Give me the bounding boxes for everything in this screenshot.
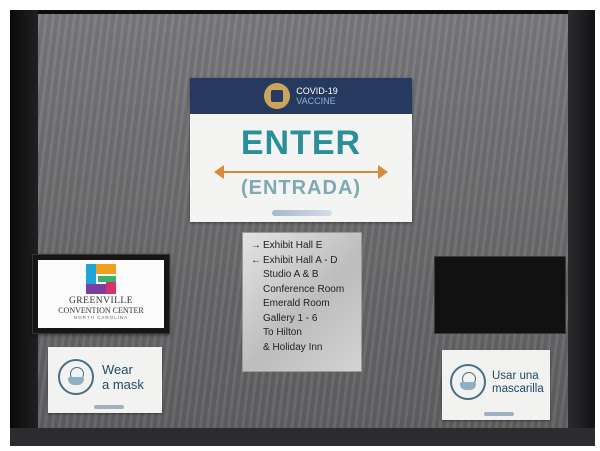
venue-state: NORTH CAROLINA: [73, 315, 129, 320]
directory-plate: → Exhibit Hall E ← Exhibit Hall A - D St…: [242, 232, 362, 372]
directory-item: & Holiday Inn: [263, 341, 323, 353]
directory-item: ← Exhibit Hall A - D: [251, 254, 355, 269]
directory-item: To Hilton: [263, 327, 302, 338]
floor: [10, 428, 595, 446]
face-mask-icon: [450, 364, 486, 400]
greenville-logo-icon: [86, 264, 116, 294]
directory-item: Studio A & B: [263, 269, 319, 280]
mask-text-line1: Wear: [102, 362, 133, 377]
photo: COVID-19 VACCINE ENTER (ENTRADA) → Exhib…: [10, 10, 595, 446]
mask-text-line1: Usar una: [492, 370, 539, 382]
directory-item: Conference Room: [263, 283, 345, 295]
mask-sign-footer-logo: [484, 412, 514, 416]
mask-text-line2: mascarilla: [492, 383, 544, 395]
blank-display: [434, 256, 566, 334]
mask-sign-spanish: Usar una mascarilla: [442, 350, 550, 420]
mask-sign-footer-logo: [94, 405, 124, 409]
mask-text-line2: a mask: [102, 377, 144, 392]
venue-subtitle: CONVENTION CENTER: [58, 306, 144, 315]
greenville-display: GREENVILLE CONVENTION CENTER NORTH CAROL…: [32, 254, 170, 334]
venue-name: GREENVILLE: [68, 296, 134, 306]
double-arrow-icon: [214, 165, 388, 179]
right-door-frame: [568, 10, 595, 446]
right-arrow-icon: →: [251, 240, 261, 251]
covid-banner: COVID-19 VACCINE: [190, 78, 412, 114]
entrada-text: (ENTRADA): [240, 177, 362, 199]
face-mask-icon: [58, 359, 94, 395]
enter-text: ENTER: [240, 124, 362, 162]
directory-item: → Exhibit Hall E: [251, 239, 355, 254]
sign-footer-logo: [272, 210, 332, 216]
left-dark-edge: [10, 10, 38, 446]
directory-item: Emerald Room: [263, 298, 330, 309]
mask-sign-english: Wear a mask: [48, 347, 162, 413]
banner-line2: VACCINE: [296, 96, 336, 106]
banner-line1: COVID-19: [296, 86, 338, 96]
enter-sign: COVID-19 VACCINE ENTER (ENTRADA): [190, 78, 412, 222]
vaccine-shield-icon: [264, 83, 291, 109]
directory-item: Gallery 1 - 6: [263, 312, 318, 324]
left-arrow-icon: ←: [251, 254, 261, 266]
